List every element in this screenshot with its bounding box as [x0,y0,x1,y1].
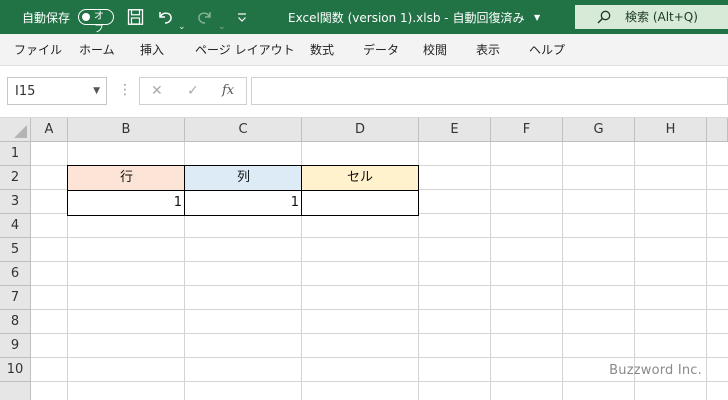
cancel-icon[interactable]: ✕ [151,78,163,104]
worksheet-grid: A B C D E F G H 1 2 3 4 5 6 7 8 9 10 行 列… [0,118,728,400]
row-header-4[interactable]: 4 [0,214,31,238]
cell-c2[interactable]: 列 [184,165,303,191]
tab-page-layout[interactable]: ページ レイアウト [195,34,295,66]
tab-home[interactable]: ホーム [79,34,115,66]
tab-review[interactable]: 校閲 [423,34,447,66]
column-header-a[interactable]: A [31,118,68,142]
row-header-partial[interactable] [0,382,31,400]
document-title: Excel関数 (version 1).xlsb - 自動回復済み [288,10,525,25]
name-box[interactable]: I15 ▼ [7,77,107,105]
row-header-8[interactable]: 8 [0,310,31,334]
row-header-2[interactable]: 2 [0,166,31,190]
tab-view[interactable]: 表示 [476,34,500,66]
enter-icon[interactable]: ✓ [187,78,199,104]
name-box-value: I15 [15,84,36,99]
grid-column-line [706,142,707,400]
tab-insert[interactable]: 挿入 [140,34,164,66]
formula-input[interactable] [251,77,728,105]
grid-row-line [31,237,728,238]
cell-d2[interactable]: セル [301,165,419,191]
grid-column-line [634,142,635,400]
tab-help[interactable]: ヘルプ [529,34,565,66]
grid-row-line [31,357,728,358]
watermark: Buzzword Inc. [609,363,702,378]
column-header-d[interactable]: D [302,118,419,142]
tab-file[interactable]: ファイル [14,34,62,66]
autosave-label: 自動保存 [22,10,71,25]
cell-c3[interactable]: 1 [184,190,303,216]
toggle-knob [82,12,90,21]
row-header-5[interactable]: 5 [0,238,31,262]
row-header-10[interactable]: 10 [0,358,31,382]
column-header-b[interactable]: B [68,118,185,142]
formula-bar: I15 ▼ ⋮ ✕ ✓ fx [0,66,728,118]
undo-icon[interactable] [156,9,174,25]
title-bar: 自動保存 オフ ⌄ ⌄ Excel関数 (version 1).xlsb - 自… [0,0,728,35]
column-header-e[interactable]: E [419,118,491,142]
customize-toolbar-icon[interactable] [236,9,248,25]
search-box[interactable]: 検索 (Alt+Q) [575,5,728,29]
select-all-icon [14,125,27,138]
formula-buttons: ✕ ✓ fx [139,77,247,105]
grid-row-line [31,333,728,334]
save-icon[interactable] [127,9,145,25]
cell-b2[interactable]: 行 [67,165,186,191]
row-header-3[interactable]: 3 [0,190,31,214]
row-header-1[interactable]: 1 [0,142,31,166]
grid-row-line [31,261,728,262]
column-header-h[interactable]: H [635,118,707,142]
formula-bar-grip-icon[interactable]: ⋮ [118,80,132,100]
select-all-button[interactable] [0,118,31,142]
column-header-partial[interactable] [707,118,728,142]
grid-column-line [490,142,491,400]
redo-icon[interactable] [196,9,214,25]
grid-row-line [31,381,728,382]
tab-formulas[interactable]: 数式 [310,34,334,66]
insert-function-button[interactable]: fx [222,78,234,104]
column-header-c[interactable]: C [185,118,302,142]
row-header-6[interactable]: 6 [0,262,31,286]
search-label: 検索 (Alt+Q) [625,10,698,24]
title-dropdown-icon[interactable]: ▼ [534,0,540,34]
name-box-dropdown-icon[interactable]: ▼ [93,78,100,104]
cell-b3[interactable]: 1 [67,190,186,216]
cell-d3[interactable] [301,190,419,216]
row-header-7[interactable]: 7 [0,286,31,310]
grid-column-line [562,142,563,400]
column-header-g[interactable]: G [563,118,635,142]
autosave-state: オフ [94,11,104,35]
grid-row-line [31,309,728,310]
tab-data[interactable]: データ [363,34,399,66]
row-header-9[interactable]: 9 [0,334,31,358]
grid-row-line [31,285,728,286]
search-icon [597,10,611,24]
ribbon-tabs: ファイル ホーム 挿入 ページ レイアウト 数式 データ 校閲 表示 ヘルプ [0,34,728,66]
column-header-f[interactable]: F [491,118,563,142]
autosave-toggle[interactable]: オフ [78,9,114,35]
